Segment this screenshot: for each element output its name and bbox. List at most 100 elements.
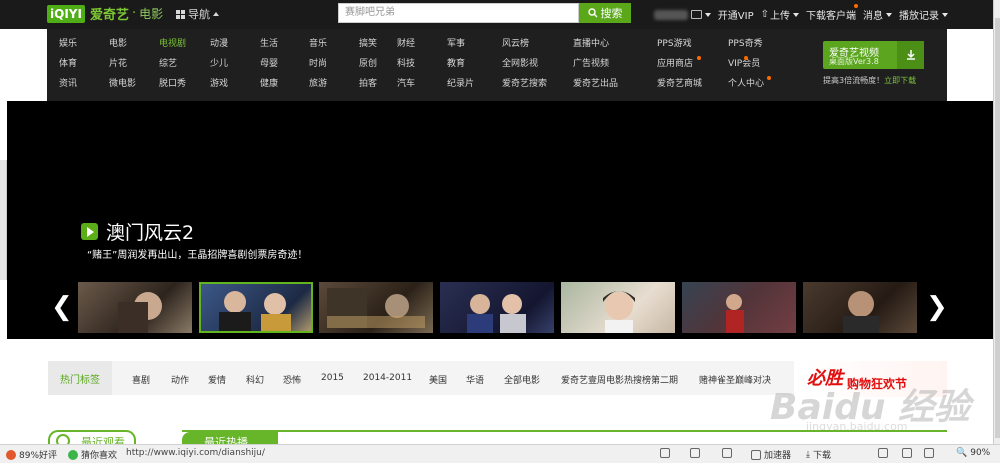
nav-link[interactable]: 片花 [109, 59, 127, 70]
nav-link[interactable]: 动漫 [210, 39, 228, 50]
search-button[interactable]: 搜索 [579, 3, 631, 23]
nav-link[interactable]: 拍客 [359, 79, 377, 90]
nav-link[interactable]: 综艺 [159, 59, 177, 70]
status-tool-icon[interactable] [660, 448, 673, 458]
hero-banner[interactable]: 澳门风云2 “赌王”周润发再出山，王晶招牌喜剧创票房奇迹！ ❮ ❯ [7, 101, 993, 339]
zoom-control[interactable]: 🔍 90% [956, 448, 990, 458]
status-tool-icon[interactable] [878, 448, 891, 458]
nav-link[interactable]: 生活 [260, 39, 278, 50]
hot-tag[interactable]: 2014-2011 [363, 373, 412, 383]
nav-link[interactable]: 教育 [447, 59, 465, 70]
carousel-next-arrow[interactable]: ❯ [926, 294, 948, 320]
nav-link[interactable]: 直播中心 [573, 39, 609, 50]
thumbnail[interactable] [561, 282, 675, 333]
accelerator-label: 加速器 [764, 451, 792, 461]
hot-tag[interactable]: 赌神雀圣巅峰对决 [699, 373, 771, 386]
accelerator-button[interactable]: 加速器 [751, 448, 791, 461]
hot-tag[interactable]: 华语 [466, 373, 484, 386]
nav-link[interactable]: 娱乐 [59, 39, 77, 50]
nav-menu-label: 导航 [188, 8, 210, 21]
notification-dot [744, 56, 748, 60]
nav-link[interactable]: 游戏 [210, 79, 228, 90]
hero-title[interactable]: 澳门风云2 [81, 218, 194, 245]
upload-menu[interactable]: ⇧ 上传 [761, 7, 799, 22]
nav-link[interactable]: 音乐 [309, 39, 327, 50]
nav-link[interactable]: 财经 [397, 39, 415, 50]
guess-you-like-link[interactable]: 猜你喜欢 [68, 448, 117, 461]
nav-link[interactable]: 应用商店 [657, 59, 693, 70]
nav-link[interactable]: 爱奇艺出品 [573, 79, 618, 90]
search-button-label: 搜索 [600, 7, 623, 20]
nav-link[interactable]: VIP会员 [728, 59, 760, 70]
nav-link[interactable]: 纪录片 [447, 79, 474, 90]
thumbnail[interactable] [440, 282, 554, 333]
hot-tag[interactable]: 喜剧 [132, 373, 150, 386]
upload-label: 上传 [770, 11, 790, 22]
nav-link[interactable]: 风云榜 [502, 39, 529, 50]
status-tool-icon[interactable] [690, 448, 703, 458]
hot-tag[interactable]: 爱奇艺壹周电影热搜榜第二期 [561, 373, 678, 386]
user-avatar[interactable] [653, 9, 711, 20]
vip-link[interactable]: 开通VIP [718, 7, 754, 22]
hot-tag[interactable]: 美国 [429, 373, 447, 386]
search-input[interactable]: 赛脚吧兄弟 [338, 3, 579, 23]
nav-link[interactable]: PPS奇秀 [728, 39, 763, 50]
nav-link[interactable]: 个人中心 [728, 79, 764, 90]
thumbnail[interactable] [319, 282, 433, 333]
nav-link[interactable]: 科技 [397, 59, 415, 70]
status-tool-icon[interactable] [924, 448, 937, 458]
nav-link[interactable]: 少儿 [210, 59, 228, 70]
download-now-link[interactable]: 立即下载 [884, 76, 916, 85]
status-tool-icon[interactable] [722, 448, 735, 458]
hero-subtitle: “赌王”周润发再出山，王晶招牌喜剧创票房奇迹！ [87, 250, 308, 261]
thumbnail[interactable] [78, 282, 192, 333]
nav-link[interactable]: 母婴 [260, 59, 278, 70]
browser-page: iQIYI 爱奇艺 · 电影 导航 赛脚吧兄弟 搜索 开通VIP ⇧ 上传 下载客… [0, 0, 1000, 463]
nav-link[interactable]: PPS游戏 [657, 39, 692, 50]
scrollbar-thumb[interactable] [995, 18, 1000, 438]
hot-tag[interactable]: 科幻 [246, 373, 264, 386]
tool-icon [660, 448, 670, 458]
nav-link[interactable]: 微电影 [109, 79, 136, 90]
nav-link[interactable]: 脱口秀 [159, 79, 186, 90]
hot-play-section-header: 最近热播 [182, 430, 947, 449]
nav-link[interactable]: 健康 [260, 79, 278, 90]
thumbnail-selected[interactable] [199, 282, 313, 333]
nav-link[interactable]: 搞笑 [359, 39, 377, 50]
rating-indicator[interactable]: 89%好评 [6, 448, 57, 461]
messages-menu[interactable]: 消息 [863, 7, 892, 22]
nav-link[interactable]: 广告视频 [573, 59, 609, 70]
nav-link[interactable]: 电影 [109, 39, 127, 50]
carousel-prev-arrow[interactable]: ❮ [51, 294, 73, 320]
hot-tag[interactable]: 2015 [321, 373, 344, 383]
iqiyi-logo[interactable]: iQIYI 爱奇艺 · 电影 [47, 3, 163, 24]
nav-link[interactable]: 资讯 [59, 79, 77, 90]
hot-tag[interactable]: 恐怖 [283, 373, 301, 386]
download-button[interactable]: ⤓ 下载 [806, 448, 831, 462]
tool-icon [902, 448, 912, 458]
tool-icon [722, 448, 732, 458]
nav-link[interactable]: 军事 [447, 39, 465, 50]
hot-tag[interactable]: 全部电影 [504, 373, 540, 386]
thumbnail[interactable] [682, 282, 796, 333]
vertical-scrollbar[interactable] [993, 0, 1000, 444]
sidebar-toggle-handle[interactable] [0, 160, 7, 280]
thumbnail[interactable] [803, 282, 917, 333]
tool-icon [690, 448, 700, 458]
hot-tag[interactable]: 动作 [171, 373, 189, 386]
nav-link[interactable]: 爱奇艺搜索 [502, 79, 547, 90]
nav-link[interactable]: 旅游 [309, 79, 327, 90]
nav-link[interactable]: 体育 [59, 59, 77, 70]
hot-tag[interactable]: 爱情 [208, 373, 226, 386]
nav-link[interactable]: 时尚 [309, 59, 327, 70]
status-tool-icon[interactable] [902, 448, 915, 458]
download-client-link[interactable]: 下载客户端 [806, 4, 858, 22]
nav-link[interactable]: 汽车 [397, 79, 415, 90]
desktop-app-download-button[interactable]: 爱奇艺视频 桌面版Ver3.8 [823, 41, 924, 69]
nav-link[interactable]: 全网影视 [502, 59, 538, 70]
nav-link[interactable]: 电视剧 [159, 39, 186, 50]
nav-link[interactable]: 原创 [359, 59, 377, 70]
nav-menu-button[interactable]: 导航 [176, 6, 219, 22]
history-menu[interactable]: 播放记录 [899, 7, 948, 22]
nav-link[interactable]: 爱奇艺商城 [657, 79, 702, 90]
